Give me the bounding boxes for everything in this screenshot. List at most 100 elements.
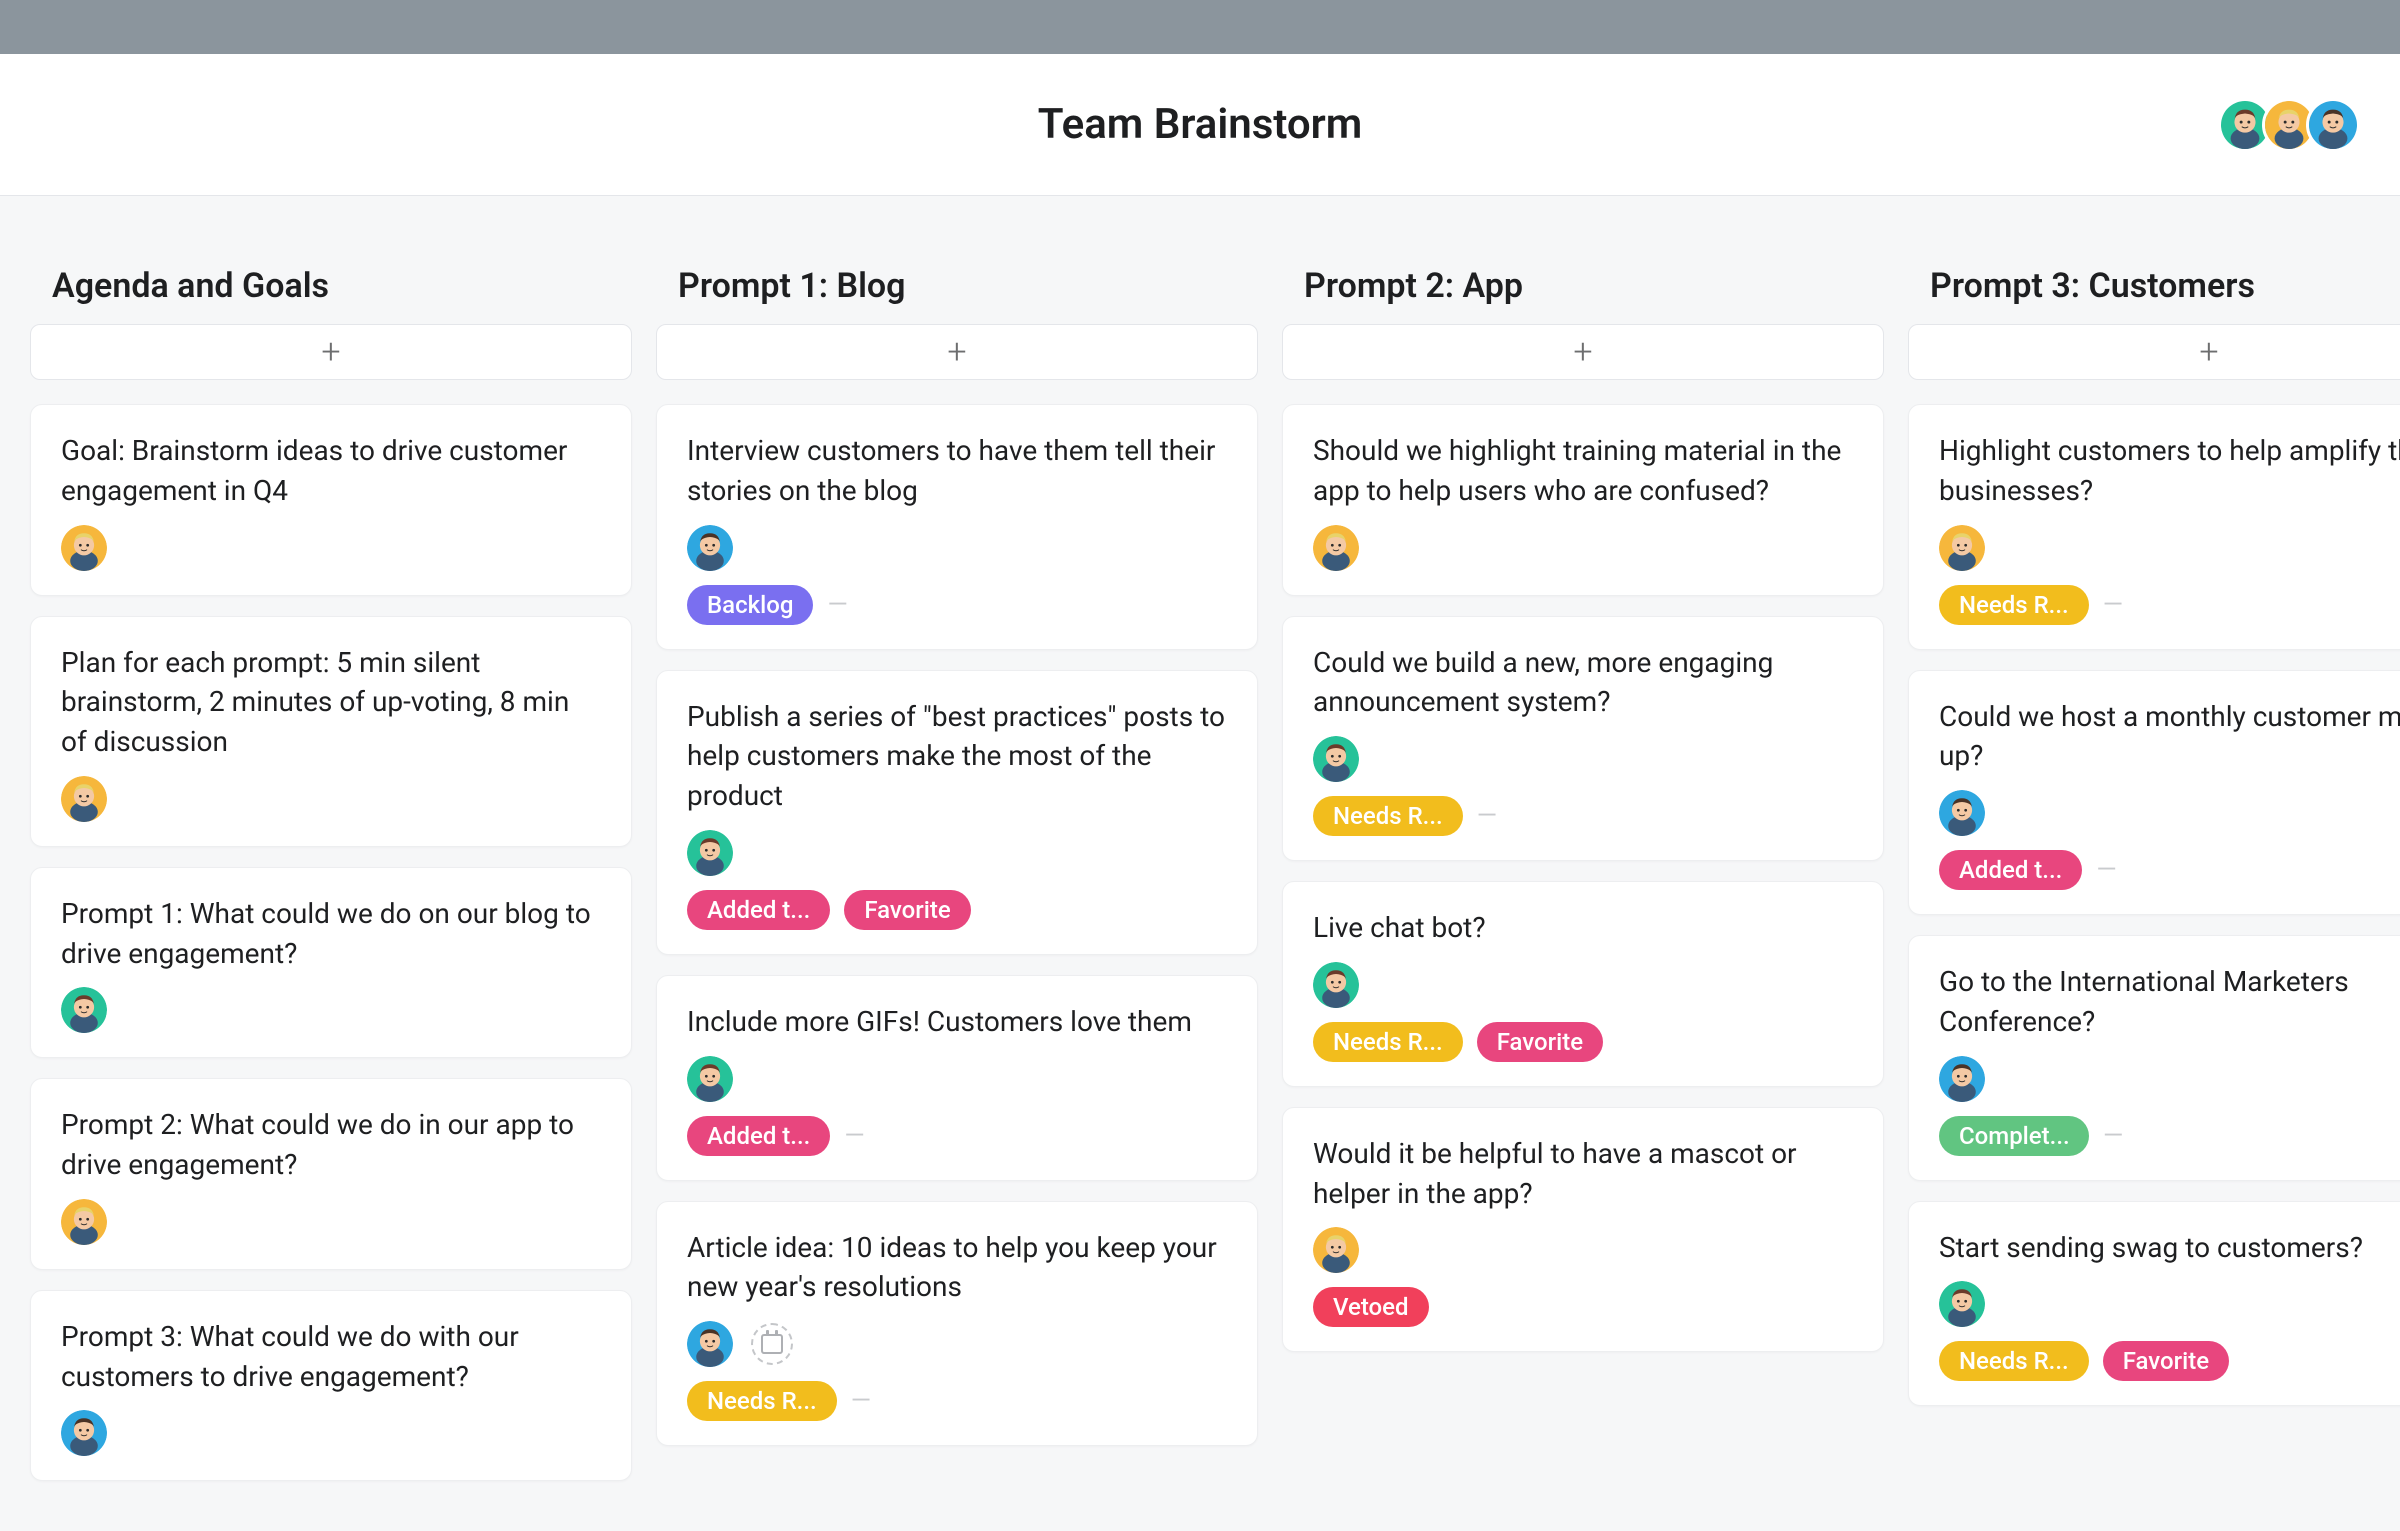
assignee-avatar[interactable]	[687, 1056, 733, 1102]
task-card[interactable]: Highlight customers to help amplify thei…	[1908, 404, 2400, 650]
empty-tag-placeholder[interactable]: —	[1477, 801, 1497, 831]
empty-tag-placeholder[interactable]: —	[851, 1386, 871, 1416]
card-meta-row	[687, 1056, 1227, 1102]
task-card[interactable]: Prompt 2: What could we do in our app to…	[30, 1078, 632, 1270]
task-card[interactable]: Prompt 3: What could we do with our cust…	[30, 1290, 632, 1482]
header-avatar-group[interactable]	[2228, 98, 2360, 152]
task-card[interactable]: Include more GIFs! Customers love them A…	[656, 975, 1258, 1181]
task-card[interactable]: Plan for each prompt: 5 min silent brain…	[30, 616, 632, 847]
card-meta-row	[1939, 525, 2400, 571]
board-column: Prompt 3: Customers + Highlight customers …	[1908, 266, 2400, 1501]
due-date-icon[interactable]	[751, 1323, 793, 1365]
assignee-avatar[interactable]	[687, 1321, 733, 1367]
assignee-avatar[interactable]	[61, 987, 107, 1033]
card-title: Prompt 1: What could we do on our blog t…	[61, 894, 601, 974]
task-card[interactable]: Could we build a new, more engaging anno…	[1282, 616, 1884, 862]
task-card[interactable]: Should we highlight training material in…	[1282, 404, 1884, 596]
add-card-button[interactable]: +	[1908, 324, 2400, 380]
board-column: Prompt 2: App+ Should we highlight traini…	[1282, 266, 1884, 1501]
add-card-button[interactable]: +	[30, 324, 632, 380]
assignee-avatar[interactable]	[61, 1410, 107, 1456]
card-title: Goal: Brainstorm ideas to drive customer…	[61, 431, 601, 511]
empty-tag-placeholder[interactable]: —	[2096, 855, 2116, 885]
board-column: Agenda and Goals + Goal: Brainstorm ideas …	[30, 266, 632, 1501]
tag-row: Needs R... Favorite	[1313, 1022, 1853, 1062]
tag-row: Complet... —	[1939, 1116, 2400, 1156]
task-card[interactable]: Interview customers to have them tell th…	[656, 404, 1258, 650]
empty-tag-placeholder[interactable]: —	[827, 590, 847, 620]
status-tag[interactable]: Added t...	[687, 1116, 830, 1156]
task-card[interactable]: Would it be helpful to have a mascot or …	[1282, 1107, 1884, 1353]
status-tag[interactable]: Added t...	[1939, 850, 2082, 890]
empty-tag-placeholder[interactable]: —	[2103, 1121, 2123, 1151]
task-card[interactable]: Start sending swag to customers? Needs R…	[1908, 1201, 2400, 1407]
card-title: Would it be helpful to have a mascot or …	[1313, 1134, 1853, 1214]
tag-row: Needs R... —	[1939, 585, 2400, 625]
card-meta-row	[1939, 790, 2400, 836]
task-card[interactable]: Live chat bot? Needs R... Favorite	[1282, 881, 1884, 1087]
status-tag[interactable]: Needs R...	[1939, 585, 2089, 625]
header-avatar[interactable]	[2306, 98, 2360, 152]
assignee-avatar[interactable]	[1313, 525, 1359, 571]
assignee-avatar[interactable]	[1939, 1281, 1985, 1327]
card-title: Publish a series of "best practices" pos…	[687, 697, 1227, 816]
card-meta-row	[1313, 736, 1853, 782]
column-title[interactable]: Agenda and Goals	[30, 266, 632, 324]
tag-row: Added t... —	[687, 1116, 1227, 1156]
card-title: Interview customers to have them tell th…	[687, 431, 1227, 511]
column-title[interactable]: Prompt 1: Blog	[656, 266, 1258, 324]
plus-icon: +	[2199, 335, 2218, 369]
tag-row: Needs R... —	[687, 1381, 1227, 1421]
tag-row: Needs R... Favorite	[1939, 1341, 2400, 1381]
card-title: Start sending swag to customers?	[1939, 1228, 2400, 1268]
card-meta-row	[687, 830, 1227, 876]
card-title: Include more GIFs! Customers love them	[687, 1002, 1227, 1042]
assignee-avatar[interactable]	[61, 776, 107, 822]
assignee-avatar[interactable]	[1939, 790, 1985, 836]
column-title[interactable]: Prompt 3: Customers	[1908, 266, 2400, 324]
task-card[interactable]: Go to the International Marketers Confer…	[1908, 935, 2400, 1181]
card-title: Could we host a monthly customer meet up…	[1939, 697, 2400, 777]
status-tag[interactable]: Vetoed	[1313, 1287, 1429, 1327]
assignee-avatar[interactable]	[1313, 962, 1359, 1008]
assignee-avatar[interactable]	[61, 1199, 107, 1245]
status-tag[interactable]: Favorite	[1477, 1022, 1603, 1062]
status-tag[interactable]: Favorite	[844, 890, 970, 930]
status-tag[interactable]: Added t...	[687, 890, 830, 930]
status-tag[interactable]: Favorite	[2103, 1341, 2229, 1381]
task-card[interactable]: Could we host a monthly customer meet up…	[1908, 670, 2400, 916]
assignee-avatar[interactable]	[687, 525, 733, 571]
status-tag[interactable]: Backlog	[687, 585, 813, 625]
empty-tag-placeholder[interactable]: —	[844, 1121, 864, 1151]
assignee-avatar[interactable]	[1313, 1227, 1359, 1273]
window-chrome-strip	[0, 0, 2400, 54]
card-title: Live chat bot?	[1313, 908, 1853, 948]
card-title: Article idea: 10 ideas to help you keep …	[687, 1228, 1227, 1308]
plus-icon: +	[321, 335, 340, 369]
card-meta-row	[61, 1410, 601, 1456]
status-tag[interactable]: Needs R...	[1313, 796, 1463, 836]
task-card[interactable]: Prompt 1: What could we do on our blog t…	[30, 867, 632, 1059]
assignee-avatar[interactable]	[1939, 1056, 1985, 1102]
assignee-avatar[interactable]	[1313, 736, 1359, 782]
card-title: Go to the International Marketers Confer…	[1939, 962, 2400, 1042]
tag-row: Added t... —	[1939, 850, 2400, 890]
task-card[interactable]: Article idea: 10 ideas to help you keep …	[656, 1201, 1258, 1447]
card-meta-row	[687, 1321, 1227, 1367]
status-tag[interactable]: Complet...	[1939, 1116, 2089, 1156]
status-tag[interactable]: Needs R...	[687, 1381, 837, 1421]
card-meta-row	[1313, 962, 1853, 1008]
task-card[interactable]: Publish a series of "best practices" pos…	[656, 670, 1258, 955]
add-card-button[interactable]: +	[1282, 324, 1884, 380]
status-tag[interactable]: Needs R...	[1939, 1341, 2089, 1381]
assignee-avatar[interactable]	[1939, 525, 1985, 571]
assignee-avatar[interactable]	[687, 830, 733, 876]
assignee-avatar[interactable]	[61, 525, 107, 571]
column-title[interactable]: Prompt 2: App	[1282, 266, 1884, 324]
card-meta-row	[1313, 1227, 1853, 1273]
status-tag[interactable]: Needs R...	[1313, 1022, 1463, 1062]
card-title: Prompt 3: What could we do with our cust…	[61, 1317, 601, 1397]
empty-tag-placeholder[interactable]: —	[2103, 590, 2123, 620]
add-card-button[interactable]: +	[656, 324, 1258, 380]
task-card[interactable]: Goal: Brainstorm ideas to drive customer…	[30, 404, 632, 596]
